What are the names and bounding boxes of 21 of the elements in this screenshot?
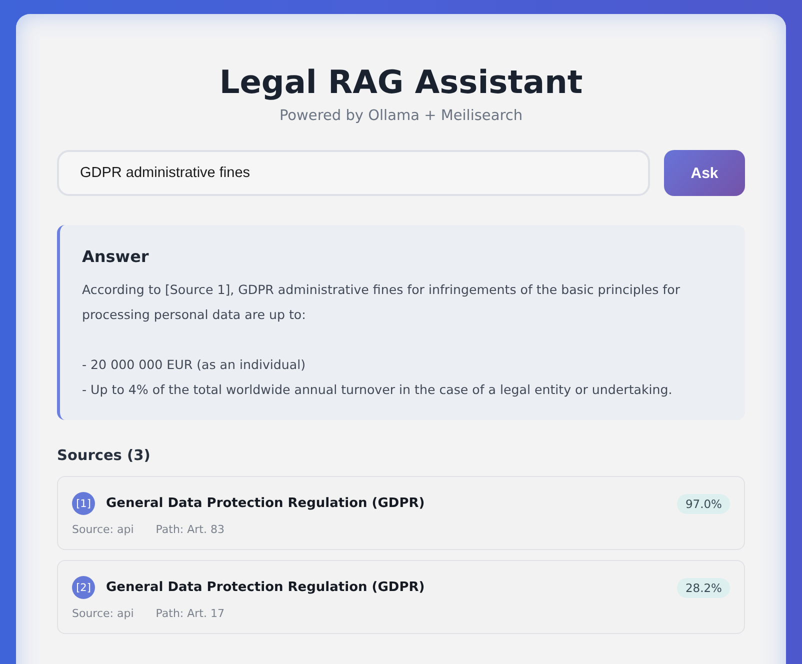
answer-heading: Answer [82, 247, 150, 266]
source-origin: Source: api [72, 523, 134, 536]
source-card[interactable]: [1] General Data Protection Regulation (GDPR) 97.0% Source: api Path: Art. 83 [57, 476, 745, 550]
app-title: Legal RAG Assistant [218, 62, 584, 102]
source-index-badge: [2] [72, 576, 95, 599]
ask-button[interactable]: Ask [664, 150, 745, 196]
source-title: General Data Protection Regulation (GDPR) [106, 580, 426, 595]
relevance-score-badge: 28.2% [677, 578, 730, 598]
answer-point: - Up to 4% of the total worldwide annual turnover in the case of a legal entity or undertaking. [82, 381, 674, 399]
sources-heading: Sources (3) [57, 448, 152, 464]
relevance-score-badge: 97.0% [677, 494, 730, 514]
source-origin: Source: api [72, 607, 134, 620]
source-path: Path: Art. 17 [156, 607, 224, 620]
source-index-badge: [1] [72, 492, 95, 515]
source-title: General Data Protection Regulation (GDPR) [106, 496, 426, 511]
source-path: Path: Art. 83 [156, 523, 224, 536]
app-subtitle: Powered by Ollama + Meilisearch [278, 108, 524, 124]
question-input-field[interactable]: GDPR administrative fines [57, 150, 650, 196]
answer-text: According to [Source 1], GDPR administrative fines for infringements of the basic principles for processing personal data are up to: [82, 281, 681, 324]
source-card[interactable]: [2] General Data Protection Regulation (GDPR) 28.2% Source: api Path: Art. 17 [57, 560, 745, 634]
answer-point: - 20 000 000 EUR (as an individual) [82, 356, 307, 374]
